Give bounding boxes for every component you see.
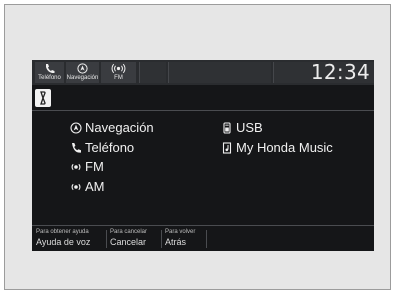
divider [32,110,374,111]
separator [161,230,162,248]
top-bar: Teléfono Navegación FM 12:34 [32,60,374,85]
navigation-icon [70,122,82,134]
usb-icon [223,122,231,134]
bottom-hint: Para cancelar [110,229,148,235]
radio-icon [111,63,126,74]
menu-item-label: FM [85,159,104,174]
menu-item-label: Teléfono [85,140,135,155]
fm-shortcut-button[interactable]: FM [101,62,136,83]
separator [206,230,207,248]
radio-icon [71,183,81,191]
page-frame: Teléfono Navegación FM 12:34 Navegación … [4,4,391,290]
separator [106,230,107,248]
bottom-label: Ayuda de voz [36,237,91,247]
fm-shortcut-label: FM [114,75,123,81]
voice-icon [40,91,46,105]
back-button[interactable]: Para volver Atrás [165,228,205,250]
cancel-button[interactable]: Para cancelar Cancelar [110,228,160,250]
bottom-hint: Para volver [165,229,196,235]
infotainment-screen: Teléfono Navegación FM 12:34 Navegación … [32,60,374,251]
menu-item-label: AM [85,179,105,194]
voice-command-button[interactable] [35,89,51,107]
navigation-icon [77,63,88,74]
phone-shortcut-label: Teléfono [38,75,61,81]
voice-help-button[interactable]: Para obtener ayuda Ayuda de voz [36,228,102,250]
bottom-hint: Para obtener ayuda [36,229,89,235]
phone-icon [46,64,55,74]
navigation-shortcut-label: Navegación [66,75,99,81]
phone-shortcut-button[interactable]: Teléfono [35,62,64,83]
menu-item-label: USB [236,120,263,135]
music-icon [222,142,232,154]
clock: 12:34 [310,60,370,84]
divider [32,225,374,226]
radio-icon [71,163,81,171]
bottom-label: Cancelar [110,237,147,247]
phone-icon [72,143,81,153]
navigation-shortcut-button[interactable]: Navegación [66,62,99,83]
menu-item-label: My Honda Music [236,140,333,155]
bottom-label: Atrás [165,237,187,247]
empty-shortcut-slot[interactable] [139,62,166,83]
empty-shortcut-slot[interactable] [168,62,271,83]
menu-item-label: Navegación [85,120,154,135]
